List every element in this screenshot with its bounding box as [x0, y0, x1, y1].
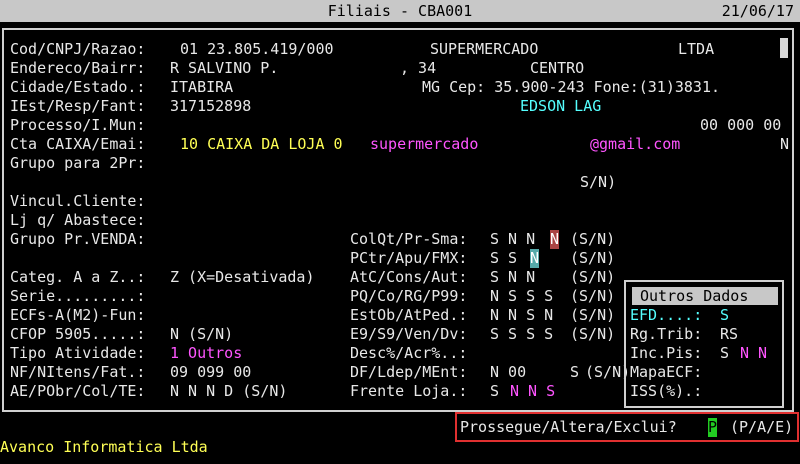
pq-sn: (S/N) — [570, 287, 616, 305]
razao-field[interactable]: SUPERMERCADO — [430, 40, 538, 59]
label-pq: PQ/Co/RG/P99: — [350, 287, 468, 305]
label-iss: ISS(%).: — [630, 382, 703, 400]
incpis-field[interactable]: S — [720, 344, 729, 363]
outros-dados-title: Outros Dados — [632, 287, 778, 305]
estob-values[interactable]: N N S N — [490, 306, 553, 325]
label-categ: Categ. A a Z..: — [10, 268, 146, 286]
pq-values[interactable]: N S S S — [490, 287, 553, 306]
razao-suffix[interactable]: LTDA — [678, 40, 714, 59]
label-grupovenda: Grupo Pr.VENDA: — [10, 230, 146, 248]
atc-sn: (S/N) — [570, 268, 616, 286]
nfitens-field[interactable]: 09 099 00 — [170, 363, 251, 382]
aepobr-field[interactable]: N N N D (S/N) — [170, 382, 287, 401]
bairro-field[interactable]: CENTRO — [530, 59, 584, 78]
label-rgtrib: Rg.Trib: — [630, 325, 703, 343]
label-df: DF/Ldep/MEnt: — [350, 363, 468, 381]
label-pctr: PCtr/Apu/FMX: — [350, 249, 468, 267]
system-date: 21/06/17 — [721, 2, 794, 20]
efd-field[interactable]: S — [720, 306, 729, 325]
incpis-values-magenta[interactable]: N N — [740, 344, 767, 363]
action-input-cursor[interactable]: P — [708, 418, 718, 437]
label-processo: Processo/I.Mun: — [10, 116, 146, 134]
label-ecfs: ECFs-A(M2)-Fun: — [10, 306, 146, 324]
pctr-highlight-value[interactable]: N — [530, 249, 540, 268]
label-iest: IEst/Resp/Fant: — [10, 97, 146, 115]
frente-values-magenta[interactable]: N N S — [510, 382, 555, 401]
email-user-field[interactable]: supermercado — [370, 135, 478, 154]
label-vincul: Vincul.Cliente: — [10, 192, 146, 210]
tipo-atividade-field[interactable]: 1 Outros — [170, 344, 242, 363]
label-nfitens: NF/NItens/Fat.: — [10, 363, 146, 381]
df-values[interactable]: N 00 — [490, 363, 526, 382]
cta-flag-field[interactable]: N — [780, 135, 789, 154]
label-endereco: Endereco/Bairr: — [10, 59, 146, 77]
label-ljq: Lj q/ Abastece: — [10, 211, 146, 229]
cfop-field[interactable]: N (S/N) — [170, 325, 233, 344]
cidade-field[interactable]: ITABIRA — [170, 78, 233, 97]
label-cod: Cod/CNPJ/Razao: — [10, 40, 146, 58]
rgtrib-field[interactable]: RS — [720, 325, 738, 344]
frente-value[interactable]: S — [490, 382, 499, 401]
colqt-highlight-value[interactable]: N — [550, 230, 560, 249]
label-aepobr: AE/PObr/Col/TE: — [10, 382, 146, 400]
label-desc: Desc%/Acr%..: — [350, 344, 468, 362]
window-title: Filiais - CBA001 — [327, 2, 473, 20]
estob-sn: (S/N) — [570, 306, 616, 324]
df-value-s[interactable]: S — [570, 363, 579, 382]
e9-values[interactable]: S S S S — [490, 325, 553, 344]
footer-company: Avanco Informatica Ltda — [0, 438, 208, 456]
iest-field[interactable]: 317152898 — [170, 97, 251, 116]
action-prompt-text: Prossegue/Altera/Exclui? — [460, 418, 677, 436]
label-serie: Serie.........: — [10, 287, 146, 305]
label-tipoativ: Tipo Atividade: — [10, 344, 146, 362]
pctr-values[interactable]: S S — [490, 249, 517, 268]
numero-field[interactable]: , 34 — [400, 59, 436, 78]
label-cfop: CFOP 5905.....: — [10, 325, 146, 343]
label-efd: EFD....: — [630, 306, 703, 324]
imun-field[interactable]: 00 000 00 — [700, 116, 781, 135]
endereco-field[interactable]: R SALVINO P. — [170, 59, 278, 78]
label-atc: AtC/Cons/Aut: — [350, 268, 468, 286]
label-cidade: Cidade/Estado.: — [10, 78, 146, 96]
label-e9: E9/S9/Ven/Dv: — [350, 325, 468, 343]
colqt-sn: (S/N) — [570, 230, 616, 248]
label-grupo2pr: Grupo para 2Pr: — [10, 154, 146, 172]
pctr-sn: (S/N) — [570, 249, 616, 267]
atc-values[interactable]: S N N — [490, 268, 535, 287]
scrollbar-thumb[interactable] — [780, 38, 788, 58]
categ-field[interactable]: Z (X=Desativada) — [170, 268, 315, 287]
uf-cep-fone-field[interactable]: MG Cep: 35.900-243 Fone:(31)3831. — [422, 78, 720, 97]
cta-caixa-field[interactable]: 10 CAIXA DA LOJA 0 — [180, 135, 343, 154]
colqt-values[interactable]: S N N — [490, 230, 535, 249]
fantasia-field[interactable]: EDSON LAG — [520, 97, 601, 116]
label-estob: EstOb/AtPed.: — [350, 306, 468, 324]
title-bar: Filiais - CBA001 21/06/17 — [0, 0, 800, 22]
e9-sn: (S/N) — [570, 325, 616, 343]
action-options: (P/A/E) — [730, 418, 794, 436]
label-cta: Cta CAIXA/Emai: — [10, 135, 146, 153]
grupo-sn-hint: S/N) — [580, 173, 617, 191]
cnpj-field[interactable]: 01 23.805.419/000 — [180, 40, 334, 59]
label-incpis: Inc.Pis: — [630, 344, 703, 362]
label-mapaecf: MapaECF: — [630, 363, 703, 381]
label-frente: Frente Loja.: — [350, 382, 468, 400]
email-domain-field[interactable]: @gmail.com — [590, 135, 680, 154]
label-colqt: ColQt/Pr-Sma: — [350, 230, 468, 248]
